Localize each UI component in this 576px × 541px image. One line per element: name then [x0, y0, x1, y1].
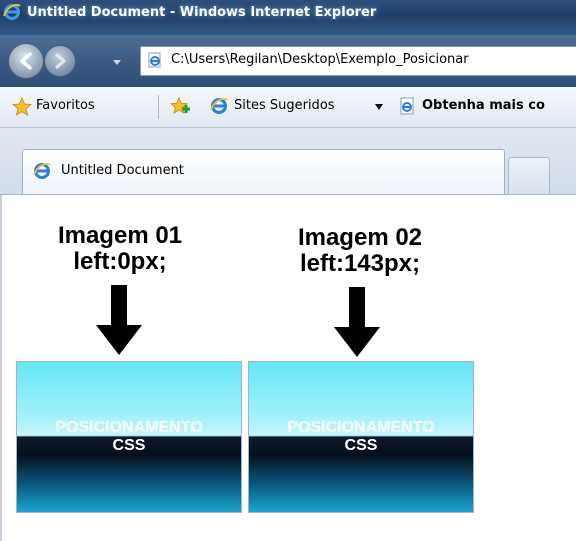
address-text[interactable]: C:\Users\Regilan\Desktop\Exemplo_Posicio… [171, 52, 469, 67]
tab-label: Untitled Document [61, 163, 184, 178]
banner-text: CSS [344, 437, 378, 454]
back-button[interactable] [8, 43, 44, 79]
css-positioning-image: POSICIONAMENTO CSS [16, 361, 242, 513]
image-caption: Imagem 02 left:143px; [270, 225, 450, 277]
forward-arrow-icon [55, 53, 66, 69]
suggested-sites-button[interactable]: Sites Sugeridos [234, 98, 335, 113]
caption-title: Imagem 02 [297, 224, 423, 251]
address-bar[interactable]: C:\Users\Regilan\Desktop\Exemplo_Posicio… [140, 46, 576, 76]
caption-position: left:143px; [299, 250, 421, 277]
banner-text: POSICIONAMENTO [55, 419, 203, 436]
caption-title: Imagem 01 [57, 222, 183, 249]
tab-bar: Untitled Document [0, 128, 576, 195]
tab-untitled-document[interactable]: Untitled Document [22, 149, 505, 194]
favorites-button[interactable]: Favoritos [36, 98, 95, 113]
recent-pages-dropdown-icon[interactable] [112, 57, 122, 67]
page-content: Imagem 01 left:0px; Imagem 02 left:143px… [0, 195, 576, 541]
ie-icon [210, 97, 228, 114]
page-icon [400, 97, 414, 115]
down-arrow-icon [96, 285, 142, 355]
banner-text: CSS [112, 437, 146, 454]
ie-icon [3, 3, 21, 20]
star-icon [12, 97, 32, 116]
back-arrow-icon [20, 52, 32, 70]
title-bar: Untitled Document - Windows Internet Exp… [0, 0, 576, 35]
caption-position: left:0px; [73, 248, 167, 275]
banner-text: POSICIONAMENTO [287, 419, 435, 436]
page-icon [148, 52, 161, 68]
forward-button[interactable] [44, 45, 76, 77]
navigation-bar: C:\Users\Regilan\Desktop\Exemplo_Posicio… [0, 35, 576, 87]
favorites-bar: Favoritos Sites Sugeridos Obtenha mais c… [0, 87, 576, 128]
ie-icon [33, 162, 51, 179]
window-title: Untitled Document - Windows Internet Exp… [27, 5, 377, 20]
separator [158, 95, 159, 119]
new-tab-button[interactable] [508, 157, 550, 194]
chevron-down-icon[interactable] [374, 103, 384, 111]
down-arrow-icon [334, 287, 380, 357]
get-more-addons-button[interactable]: Obtenha mais co [422, 98, 545, 113]
image-caption: Imagem 01 left:0px; [30, 223, 210, 275]
add-favorite-icon[interactable] [170, 97, 192, 117]
css-positioning-image: POSICIONAMENTO CSS [248, 361, 474, 513]
